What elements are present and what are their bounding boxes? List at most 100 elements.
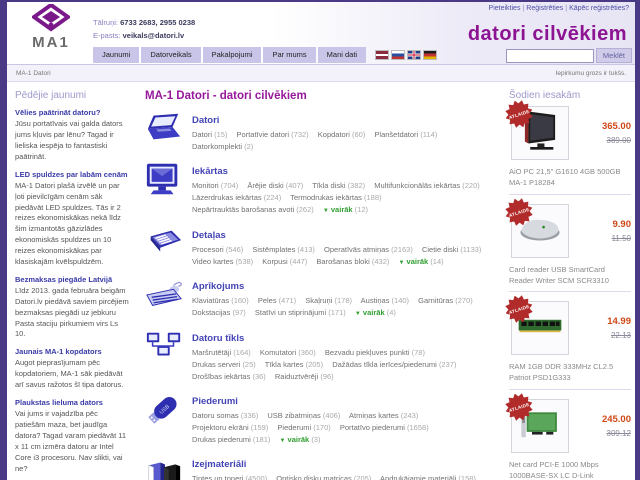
product-name[interactable]: AiO PC 21,5" G1610 4GB 500GB MA-1 P18284 — [509, 166, 631, 189]
category-title-link[interactable]: Iekārtas — [192, 166, 228, 177]
nav-tab-datorveikals[interactable]: Datorveikals — [141, 47, 200, 63]
recommend-heading: Šodien iesakām — [509, 90, 631, 101]
category-block: Aprīkojums Klaviatūras (160) Peles (471)… — [145, 276, 497, 320]
product-card[interactable]: ATLAIDE 9.90 11.50 Card reader USB Smart… — [509, 202, 631, 293]
subcategory-link[interactable]: Video kartes (538) — [192, 257, 253, 266]
product-card[interactable]: ATLAIDE 245.00 309.12 Net card PCI-E 100… — [509, 397, 631, 480]
category-title-link[interactable]: Piederumi — [192, 396, 238, 407]
nav-tab-par-mums[interactable]: Par mums — [263, 47, 315, 63]
subcategory-link[interactable]: Klaviatūras (160) — [192, 296, 249, 305]
british-flag[interactable] — [407, 50, 421, 60]
subcategory-link[interactable]: Barošanas bloki (432) — [316, 257, 389, 266]
more-link[interactable]: ▼ vairāk (3) — [279, 435, 320, 444]
more-link[interactable]: ▼ vairāk (12) — [323, 205, 368, 214]
product-name[interactable]: RAM 1GB DDR 333MHz CL2.5 Patriot PSD1G33… — [509, 361, 631, 384]
subcategory-link[interactable]: Dokstacijas (97) — [192, 308, 246, 317]
subcategory-link[interactable]: Austiņas (140) — [361, 296, 409, 305]
subcategory-link[interactable]: Statīvi un stiprinājumi (171) — [255, 308, 346, 317]
account-link-3[interactable]: Kāpēc reģistrēties? — [569, 5, 629, 12]
subcategory-link[interactable]: Optisko disku matricas (205) — [276, 474, 371, 480]
email-address[interactable]: veikals@datori.lv — [123, 31, 185, 40]
subcategory-links: Monitori (704) Ārējie diski (407) Tīkla … — [192, 180, 497, 217]
news-item-title[interactable]: LED spuldzes par labām cenām — [15, 170, 129, 180]
subcategory-link[interactable]: Datorkomplekti (2) — [192, 142, 253, 151]
news-item: Vēlies paātrināt datoru? Jūsu portatīvai… — [15, 108, 129, 163]
subcategory-link[interactable]: Garnitūras (270) — [418, 296, 473, 305]
subcategory-link[interactable]: Drošības iekārtas (36) — [192, 372, 266, 381]
site-header: Pieteikties|Reģistrēties|Kāpēc reģistrēt… — [7, 2, 635, 64]
product-card[interactable]: ATLAIDE 14.99 22.13 RAM 1GB DDR 333MHz C… — [509, 299, 631, 390]
subcategory-link[interactable]: Tintes un toneri (4500) — [192, 474, 267, 480]
search-button[interactable]: Meklēt — [596, 48, 632, 63]
subcategory-link[interactable]: Komutatori (360) — [260, 348, 316, 357]
subcategory-link[interactable]: Portatīvo piederumi (1658) — [340, 423, 429, 432]
nav-tab-mani-dati[interactable]: Mani dati — [318, 47, 366, 63]
german-flag[interactable] — [423, 50, 437, 60]
subcategory-link[interactable]: Raiduztvērēji (96) — [275, 372, 334, 381]
more-link[interactable]: ▼ vairāk (4) — [355, 308, 396, 317]
subcategory-link[interactable]: Datoru somas (336) — [192, 411, 258, 420]
category-title-link[interactable]: Datori — [192, 115, 219, 126]
news-heading: Pēdējie jaunumi — [15, 90, 129, 101]
subcategory-link[interactable]: Projektoru ekrāni (159) — [192, 423, 268, 432]
news-item-title[interactable]: Jaunais MA-1 kopdators — [15, 347, 129, 357]
subcategory-link[interactable]: Sistēmplates (413) — [252, 245, 315, 254]
subcategory-link[interactable]: Drukas serveri (25) — [192, 360, 256, 369]
main-column: MA-1 Datori - datori cilvēkiem Datori Da… — [133, 82, 505, 480]
subcategory-link[interactable]: Drukas piederumi (181) — [192, 435, 270, 444]
page-title: MA-1 Datori - datori cilvēkiem — [145, 90, 497, 102]
subcategory-link[interactable]: Planšetdatori (114) — [374, 130, 437, 139]
subcategory-link[interactable]: Korpusi (447) — [262, 257, 307, 266]
more-link[interactable]: ▼ vairāk (14) — [398, 257, 443, 266]
subcategory-link[interactable]: Monitori (704) — [192, 181, 238, 190]
category-title-link[interactable]: Aprīkojums — [192, 281, 244, 292]
product-card[interactable]: ATLAIDE 365.00 389.00 AiO PC 21,5" G1610… — [509, 104, 631, 195]
subcategory-link[interactable]: Apdrukājamie materiāli (158) — [380, 474, 476, 480]
subcategory-link[interactable]: Portatīvie datori (732) — [237, 130, 309, 139]
subcategory-links: Tintes un toneri (4500) Optisko disku ma… — [192, 473, 497, 480]
subcategory-link[interactable]: Datori (15) — [192, 130, 227, 139]
subcategory-link[interactable]: Peles (471) — [258, 296, 296, 305]
news-item-title[interactable]: Bezmaksas piegāde Latvijā — [15, 275, 129, 285]
site-logo[interactable]: MA1 — [19, 4, 83, 52]
subcategory-link[interactable]: Multifunkcionālās iekārtas (220) — [374, 181, 479, 190]
product-thumbnail: ATLAIDE — [511, 204, 569, 258]
category-title-link[interactable]: Izejmateriāli — [192, 459, 246, 470]
account-link-2[interactable]: Reģistrēties — [526, 5, 563, 12]
monitor-icon — [145, 161, 183, 197]
nav-tab-pakalpojumi[interactable]: Pakalpojumi — [203, 47, 262, 63]
product-name[interactable]: Card reader USB SmartCard Reader Writer … — [509, 264, 631, 287]
subcategory-link[interactable]: Nepārtrauktās barošanas avoti (262) — [192, 205, 314, 214]
subcategory-link[interactable]: Tīkla diski (382) — [312, 181, 365, 190]
search-input[interactable] — [506, 49, 594, 63]
subcategory-link[interactable]: Tīkla kartes (205) — [265, 360, 323, 369]
language-flags — [375, 50, 439, 60]
subcategory-link[interactable]: Cietie diski (1133) — [422, 245, 481, 254]
subcategory-link[interactable]: Atmiņas kartes (243) — [349, 411, 418, 420]
subcategory-link[interactable]: Maršrutētāji (164) — [192, 348, 251, 357]
subcategory-link[interactable]: Dažādas tīkla ierīces/piederumi (237) — [332, 360, 456, 369]
subcategory-link[interactable]: Kopdatori (60) — [318, 130, 366, 139]
subcategory-link[interactable]: Lāzerdrukas iekārtas (224) — [192, 193, 281, 202]
subcategory-link[interactable]: Ārējie diski (407) — [247, 181, 303, 190]
account-link-1[interactable]: Pieteikties — [489, 5, 521, 12]
subcategory-link[interactable]: Procesori (546) — [192, 245, 243, 254]
phone-numbers: 6733 2683, 2955 0238 — [120, 18, 195, 27]
nav-tab-jaunumi[interactable]: Jaunumi — [93, 47, 139, 63]
news-item-title[interactable]: Plaukstas lieluma dators — [15, 398, 129, 408]
subcategory-link[interactable]: Skaļruņi (178) — [305, 296, 352, 305]
news-item-title[interactable]: Vēlies paātrināt datoru? — [15, 108, 129, 118]
latvian-flag[interactable] — [375, 50, 389, 60]
subcategory-link[interactable]: Bezvadu piekļuves punkti (78) — [325, 348, 425, 357]
breadcrumb[interactable]: MA-1 Datori — [16, 70, 51, 77]
category-title-link[interactable]: Datoru tīkls — [192, 333, 244, 344]
product-name[interactable]: Net card PCI-E 1000 Mbps 1000BASE-SX LC … — [509, 459, 631, 480]
product-old-price: 389.00 — [602, 136, 631, 145]
subcategory-link[interactable]: USB zibatmiņas (406) — [267, 411, 340, 420]
subcategory-link[interactable]: Operatīvās atmiņas (2163) — [324, 245, 413, 254]
russian-flag[interactable] — [391, 50, 405, 60]
category-title-link[interactable]: Detaļas — [192, 230, 226, 241]
expand-triangle-icon: ▼ — [355, 311, 361, 317]
subcategory-link[interactable]: Termodrukas iekārtas (188) — [290, 193, 381, 202]
subcategory-link[interactable]: Piederumi (170) — [277, 423, 330, 432]
